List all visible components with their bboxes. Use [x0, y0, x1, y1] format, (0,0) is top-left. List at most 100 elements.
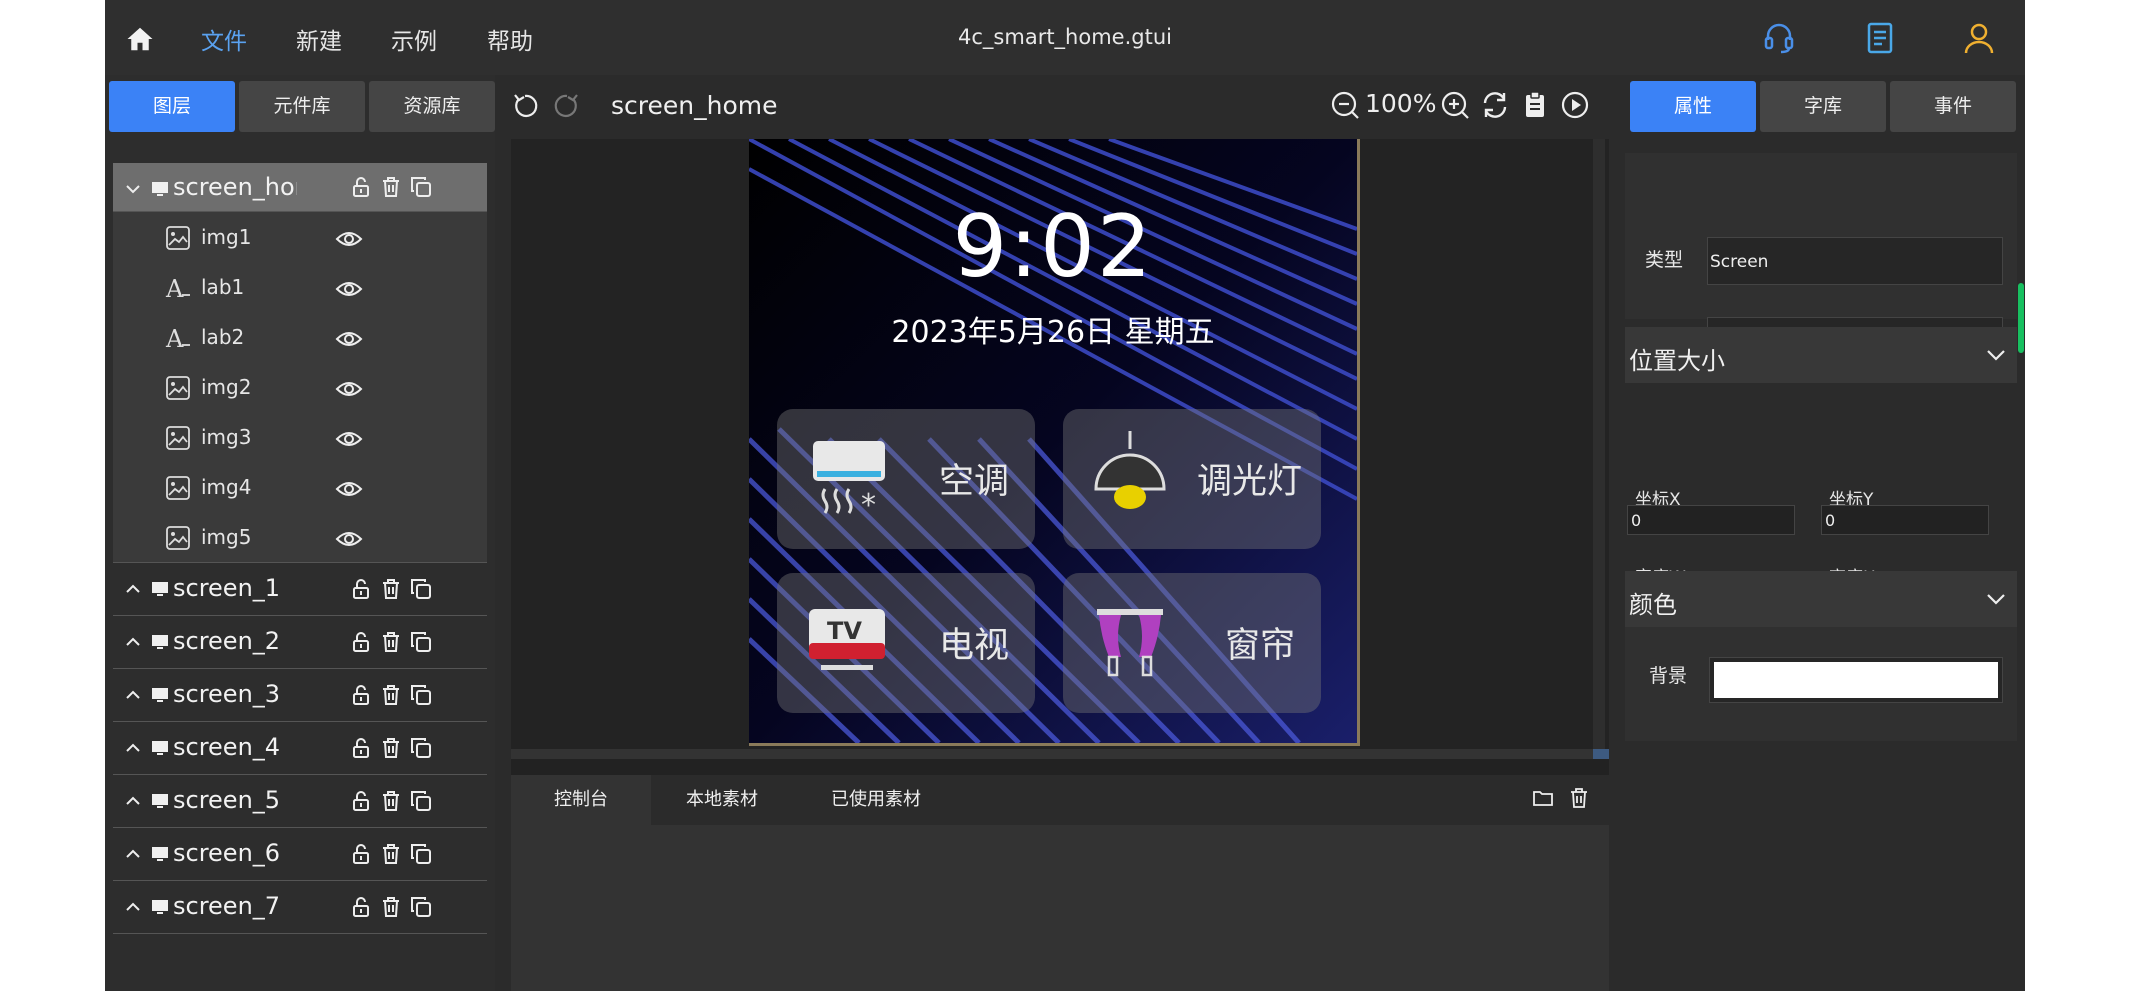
chevron-down-icon[interactable] [1985, 347, 2007, 363]
layer-screen-5[interactable]: screen_5 [113, 775, 487, 828]
layer-screen-2[interactable]: screen_2 [113, 616, 487, 669]
copy-icon[interactable] [409, 630, 433, 654]
trash-icon[interactable] [379, 789, 403, 813]
copy-icon[interactable] [409, 175, 433, 199]
layer-name: screen_6 [173, 839, 281, 867]
folder-icon[interactable] [1532, 787, 1554, 809]
chevron-up-icon[interactable] [123, 738, 143, 758]
tab-font-library[interactable]: 字库 [1760, 81, 1886, 132]
layer-screen-home[interactable]: screen_home [113, 163, 487, 212]
trash-icon[interactable] [1568, 787, 1590, 809]
trash-icon[interactable] [379, 895, 403, 919]
trash-icon[interactable] [379, 577, 403, 601]
unlock-icon[interactable] [349, 630, 373, 654]
background-color-picker[interactable] [1709, 657, 2003, 703]
type-field[interactable]: Screen [1707, 237, 2003, 285]
zoom-in-icon[interactable] [1439, 89, 1471, 121]
unlock-icon[interactable] [349, 736, 373, 760]
menu-new[interactable]: 新建 [296, 22, 342, 56]
chevron-down-icon[interactable] [123, 179, 143, 199]
trash-icon[interactable] [379, 683, 403, 707]
monitor-icon [152, 847, 168, 861]
chevron-up-icon[interactable] [123, 632, 143, 652]
layer-screen-1[interactable]: screen_1 [113, 563, 487, 616]
menu-help[interactable]: 帮助 [487, 22, 533, 56]
eye-icon[interactable] [335, 527, 363, 551]
eye-icon[interactable] [335, 327, 363, 351]
unlock-icon[interactable] [349, 577, 373, 601]
unlock-icon[interactable] [349, 683, 373, 707]
headset-icon[interactable] [1761, 20, 1797, 56]
user-icon[interactable] [1961, 20, 1997, 56]
chevron-up-icon[interactable] [123, 685, 143, 705]
chevron-up-icon[interactable] [123, 897, 143, 917]
screen-preview[interactable]: 9:02 2023年5月26日 星期五 * 空调 调光灯 TV 电视 窗帘 [749, 139, 1360, 746]
tile-curtain[interactable]: 窗帘 [1063, 573, 1321, 713]
tile-air-conditioner[interactable]: * 空调 [777, 409, 1035, 549]
tab-console[interactable]: 控制台 [511, 775, 651, 825]
undo-icon[interactable] [511, 91, 541, 121]
tab-events[interactable]: 事件 [1890, 81, 2016, 132]
canvas-horizontal-scrollbar[interactable] [511, 749, 1609, 759]
eye-icon[interactable] [335, 277, 363, 301]
unlock-icon[interactable] [349, 895, 373, 919]
home-icon[interactable] [125, 24, 155, 54]
document-icon[interactable] [1862, 20, 1898, 56]
layer-img1[interactable]: img1 [113, 212, 487, 262]
copy-icon[interactable] [409, 577, 433, 601]
tab-widget-library[interactable]: 元件库 [239, 81, 365, 132]
color-header[interactable]: 颜色 [1625, 571, 2017, 627]
chevron-up-icon[interactable] [123, 579, 143, 599]
unlock-icon[interactable] [349, 175, 373, 199]
menu-file[interactable]: 文件 [201, 22, 247, 56]
tab-local-assets[interactable]: 本地素材 [657, 775, 787, 825]
chevron-up-icon[interactable] [123, 844, 143, 864]
layer-lab1[interactable]: A lab1 [113, 262, 487, 312]
copy-icon[interactable] [409, 895, 433, 919]
eye-icon[interactable] [335, 227, 363, 251]
tile-television[interactable]: TV 电视 [777, 573, 1035, 713]
unlock-icon[interactable] [349, 842, 373, 866]
layer-screen-3[interactable]: screen_3 [113, 669, 487, 722]
trash-icon[interactable] [379, 175, 403, 199]
menu-examples[interactable]: 示例 [391, 22, 437, 56]
chevron-up-icon[interactable] [123, 791, 143, 811]
layer-img4[interactable]: img4 [113, 462, 487, 512]
layer-img2[interactable]: img2 [113, 362, 487, 412]
layer-screen-6[interactable]: screen_6 [113, 828, 487, 881]
play-icon[interactable] [1559, 89, 1591, 121]
tab-resource-library[interactable]: 资源库 [369, 81, 495, 132]
eye-icon[interactable] [335, 427, 363, 451]
clipboard-icon[interactable] [1519, 89, 1551, 121]
scroll-thumb[interactable] [1593, 749, 1609, 759]
unlock-icon[interactable] [349, 789, 373, 813]
trash-icon[interactable] [379, 842, 403, 866]
properties-scrollbar[interactable] [2017, 203, 2025, 991]
chevron-down-icon[interactable] [1985, 591, 2007, 607]
scroll-thumb[interactable] [2018, 283, 2024, 353]
copy-icon[interactable] [409, 789, 433, 813]
tab-properties[interactable]: 属性 [1630, 81, 1756, 132]
layer-screen-4[interactable]: screen_4 [113, 722, 487, 775]
tab-layers[interactable]: 图层 [109, 81, 235, 132]
y-input[interactable]: 0 [1821, 505, 1989, 535]
layer-img5[interactable]: img5 [113, 512, 487, 563]
x-input[interactable]: 0 [1627, 505, 1795, 535]
canvas-vertical-scrollbar[interactable] [1593, 139, 1605, 751]
zoom-out-icon[interactable] [1329, 89, 1361, 121]
layer-screen-7[interactable]: screen_7 [113, 881, 487, 934]
layer-img3[interactable]: img3 [113, 412, 487, 462]
tab-used-assets[interactable]: 已使用素材 [801, 775, 951, 825]
position-size-header[interactable]: 位置大小 [1625, 327, 2017, 383]
layer-lab2[interactable]: A lab2 [113, 312, 487, 362]
eye-icon[interactable] [335, 477, 363, 501]
copy-icon[interactable] [409, 736, 433, 760]
eye-icon[interactable] [335, 377, 363, 401]
redo-icon[interactable] [551, 91, 581, 121]
copy-icon[interactable] [409, 842, 433, 866]
copy-icon[interactable] [409, 683, 433, 707]
trash-icon[interactable] [379, 736, 403, 760]
trash-icon[interactable] [379, 630, 403, 654]
tile-dimmer-light[interactable]: 调光灯 [1063, 409, 1321, 549]
refresh-icon[interactable] [1479, 89, 1511, 121]
